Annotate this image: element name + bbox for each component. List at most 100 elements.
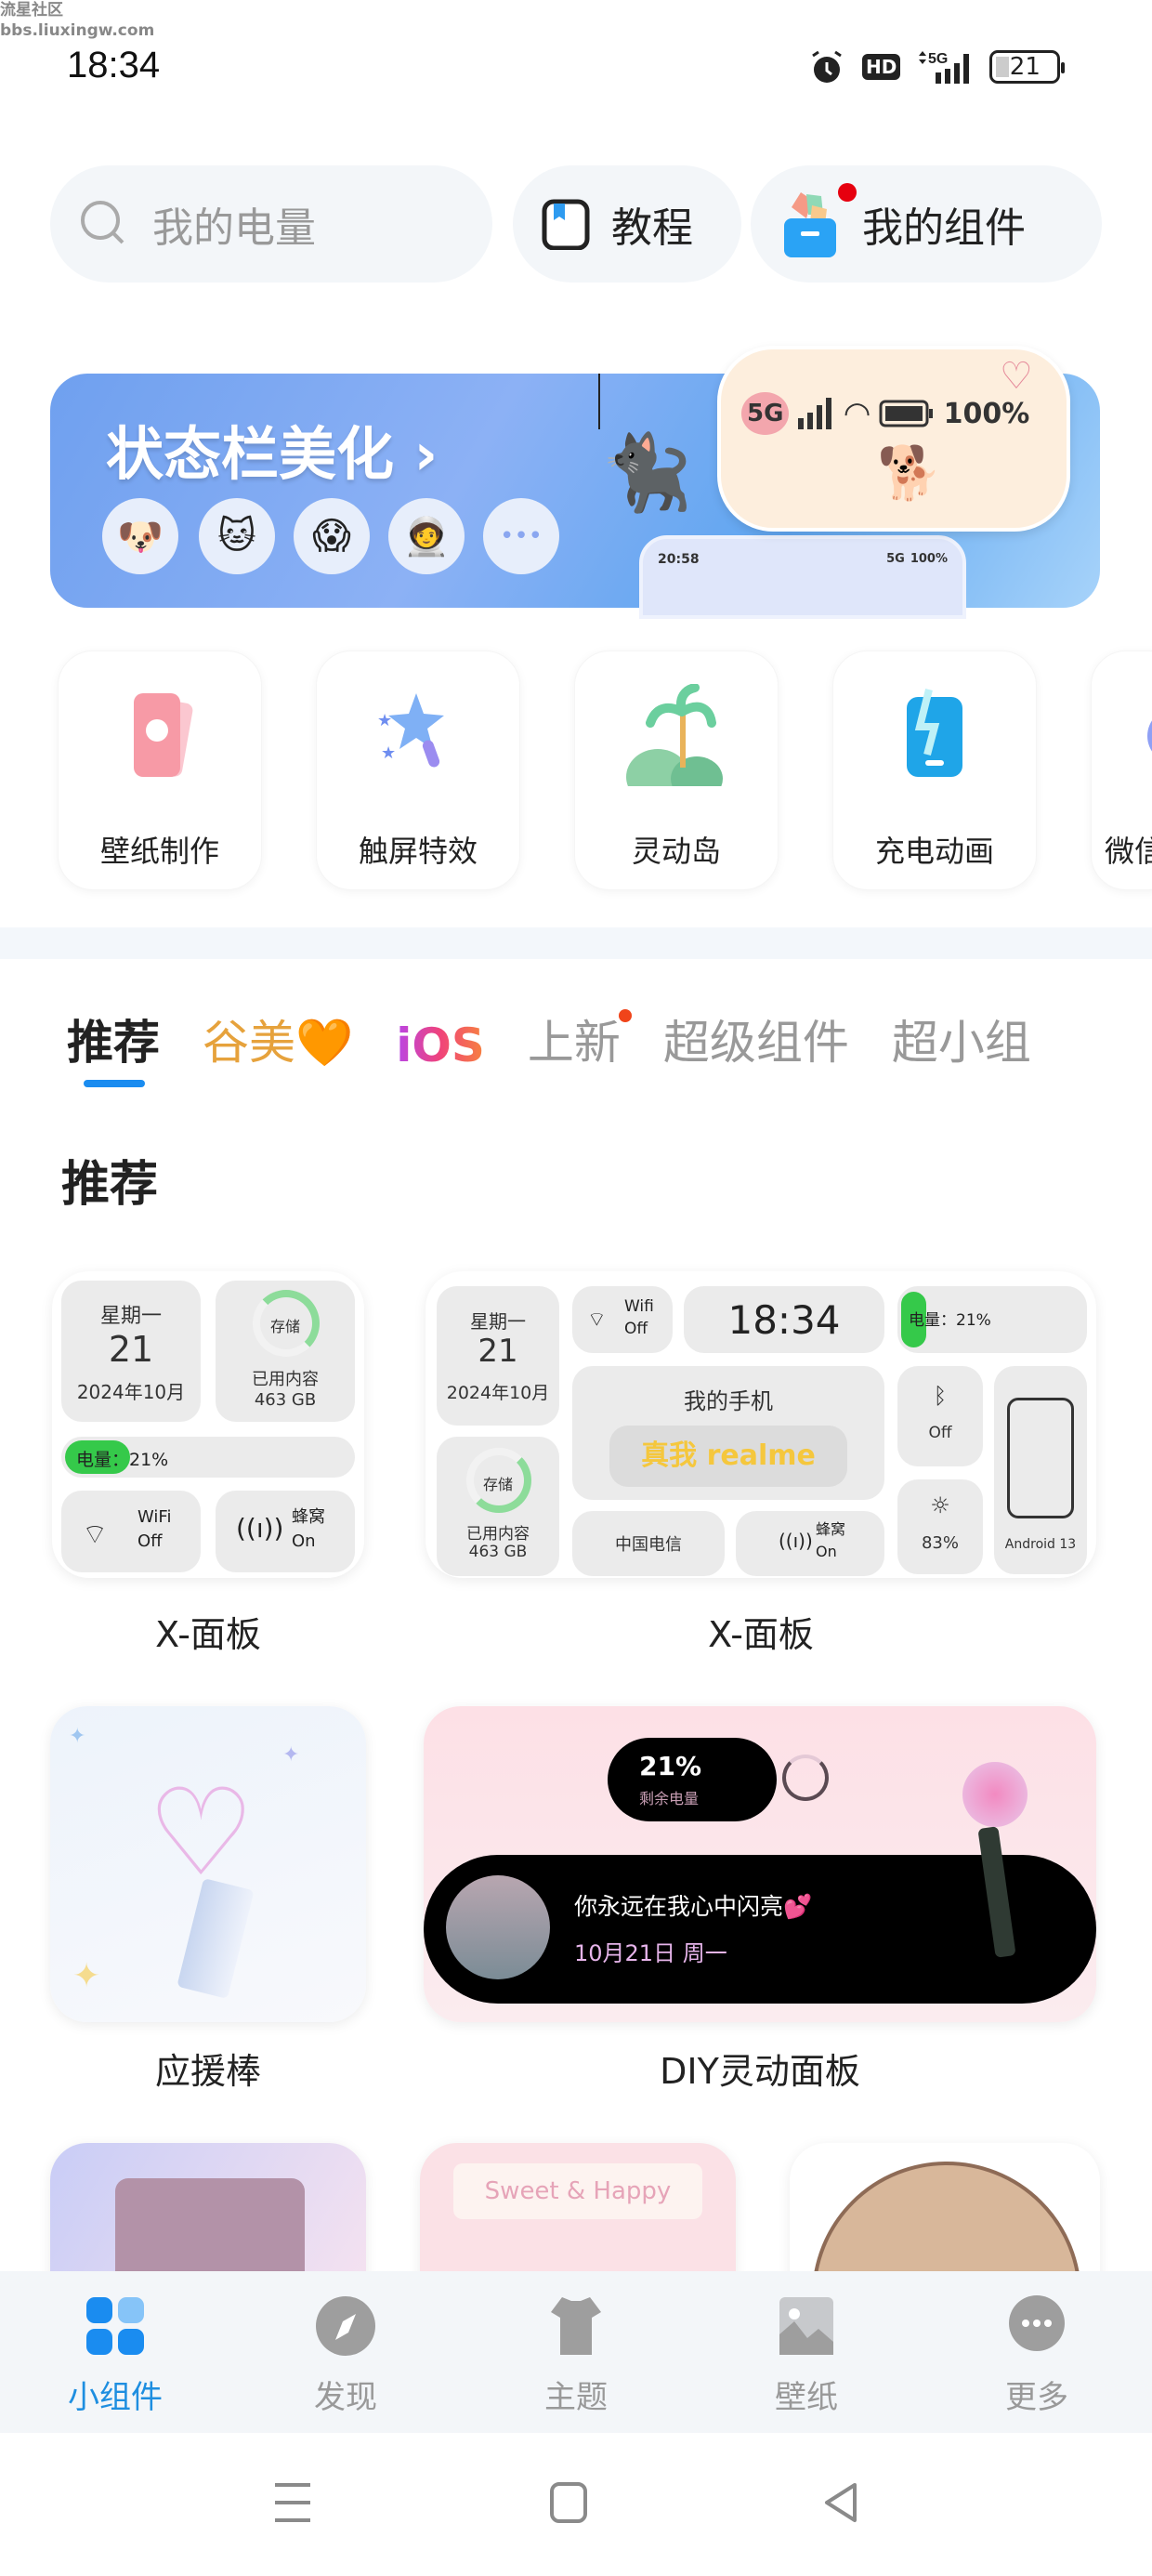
tab-super-widgets[interactable]: 超级组件 (663, 1005, 849, 1072)
date-tile: 星期一 21 2024年10月 (61, 1281, 201, 1422)
tab-ios[interactable]: iOS (396, 1019, 485, 1072)
search-input[interactable]: 我的电量 (50, 165, 492, 283)
signal-icon (798, 398, 832, 429)
carrier-name: 中国电信 (615, 1535, 682, 1555)
nav-label: 小组件 (68, 2379, 163, 2416)
quick-wechat[interactable]: 微信 (1091, 651, 1152, 890)
my-widgets-label: 我的组件 (862, 204, 1026, 252)
alarm-icon (812, 50, 842, 83)
battery-bar: 电量：21% (61, 1437, 355, 1478)
brand-logo: 真我 realme (609, 1426, 847, 1487)
back-icon[interactable] (819, 2481, 862, 2524)
antenna-icon: ((ı)) (779, 1530, 813, 1552)
storage-value: 463 GB (254, 1390, 317, 1410)
mini-phone-preview: 20:58 5G 100% (639, 535, 966, 619)
status-icons: HD 5G 21 (808, 48, 1066, 85)
nav-discover[interactable]: 发现 (281, 2293, 411, 2417)
wifi-label: Wifi (624, 1297, 654, 1316)
wifi-label: WiFi (137, 1507, 172, 1527)
nav-themes[interactable]: 主题 (511, 2293, 641, 2417)
antenna-icon: ((ı)) (236, 1513, 284, 1544)
quick-label: 壁纸制作 (99, 834, 219, 869)
weekday: 星期一 (470, 1310, 526, 1333)
nav-label: 壁纸 (775, 2379, 838, 2416)
storage-label: 存储 (482, 1476, 513, 1493)
lightstick-orb-icon (962, 1762, 1028, 1827)
tab-gumei[interactable]: 谷美🧡 (203, 1005, 353, 1072)
month: 2024年10月 (76, 1381, 186, 1403)
black-cat-avatar[interactable]: 🐱 (199, 498, 275, 574)
battery-remaining-label: 剩余电量 (639, 1790, 700, 1807)
quick-dynamic-island[interactable]: 灵动岛 (574, 651, 779, 890)
mini-time: 20:58 (658, 552, 700, 567)
svg-text:★: ★ (381, 743, 396, 763)
wifi-tile[interactable]: ⌔ WiFi Off (61, 1491, 201, 1572)
sparkle-icon: ✦ (72, 1957, 101, 1995)
black-cat-icon: 🐈‍⬛ (600, 429, 693, 516)
quick-touch-effects[interactable]: ★ ★ 触屏特效 (316, 651, 520, 890)
system-navigation-bar (0, 2433, 1152, 2576)
screaming-avatar[interactable]: 😱 (294, 498, 370, 574)
shiba-swing-icon: 🐕 (877, 443, 942, 504)
cell-label: 蜂窝 (816, 1520, 846, 1538)
cellular-tile[interactable]: ((ı)) 蜂窝 On (216, 1491, 355, 1572)
widget-x-panel-small[interactable]: 星期一 21 2024年10月 存储 已用内容 463 GB 电量：21% ⌔ … (52, 1271, 364, 1578)
cell-label: 蜂窝 (292, 1507, 325, 1527)
tab-new[interactable]: 上新 (528, 1005, 632, 1072)
hanging-string (598, 374, 600, 429)
widget-lightstick[interactable]: ♡ ✦ ✦ ✦ (50, 1706, 366, 2022)
astronaut-avatar[interactable]: 🧑‍🚀 (388, 498, 465, 574)
watermark: 流星社区 bbs.liuxingw.com (0, 0, 154, 41)
avatar (446, 1875, 550, 1979)
compass-icon (316, 2296, 375, 2356)
tab-mini-widgets[interactable]: 超小组 (892, 1005, 1031, 1072)
date-tile: 星期一 21 2024年10月 (437, 1286, 559, 1426)
watermark-url: bbs.liuxingw.com (0, 21, 155, 40)
widget-box-icon (779, 183, 857, 261)
my-widgets-button[interactable]: 我的组件 (751, 165, 1102, 283)
nav-widgets[interactable]: 小组件 (50, 2293, 180, 2417)
home-icon[interactable] (548, 2481, 589, 2524)
tab-recommend[interactable]: 推荐 (67, 1005, 160, 1072)
more-avatars-button[interactable]: ••• (483, 498, 559, 574)
quick-charging-animation[interactable]: 充电动画 (832, 651, 1037, 890)
nav-more[interactable]: 更多 (972, 2293, 1102, 2417)
charging-icon (879, 679, 990, 791)
wallpaper-maker-icon (104, 679, 216, 791)
quick-label: 充电动画 (874, 834, 994, 869)
tutorial-button[interactable]: 教程 (513, 165, 741, 283)
svg-text:★: ★ (377, 711, 392, 730)
quick-wallpaper-maker[interactable]: 壁纸制作 (58, 651, 262, 890)
bluetooth-tile[interactable]: ᛒ Off (897, 1366, 983, 1466)
palm-island-icon (621, 679, 732, 791)
wifi-state: Off (137, 1531, 163, 1551)
recent-apps-icon[interactable] (271, 2481, 314, 2524)
widget-x-panel-large[interactable]: 星期一 21 2024年10月 存储 已用内容 463 GB ⌔ Wifi Off… (425, 1271, 1096, 1578)
widget-name: DIY灵动面板 (660, 2051, 860, 2092)
new-badge-dot (618, 1009, 632, 1022)
battery-full-icon (879, 400, 933, 427)
storage-tile: 存储 已用内容 463 GB (437, 1437, 559, 1576)
widget-diy-dynamic-panel[interactable]: 21% 剩余电量 你永远在我心中闪亮💕 10月21日 周一 (424, 1706, 1096, 2022)
status-time: 18:34 (67, 45, 161, 85)
wifi-off-icon: ⌔ (587, 1308, 607, 1332)
shiba-avatar[interactable]: 🐶 (102, 498, 178, 574)
heart-lightstick-icon: ♡ (147, 1762, 255, 1903)
quick-label: 灵动岛 (631, 834, 721, 869)
sun-icon: ☼ (930, 1492, 950, 1518)
widget-name: 应援棒 (154, 2051, 261, 2092)
signal-5g-icon: 5G (919, 51, 970, 84)
carrier-tile: 中国电信 (572, 1511, 725, 1576)
watermark-name: 流星社区 (0, 1, 63, 20)
book-icon (542, 199, 590, 250)
brightness-tile[interactable]: ☼ 83% (897, 1479, 983, 1574)
wifi-tile[interactable]: ⌔ Wifi Off (572, 1286, 673, 1353)
wifi-state: Off (624, 1320, 648, 1338)
nav-label: 发现 (314, 2379, 377, 2416)
cellular-tile[interactable]: ((ı)) 蜂窝 On (736, 1511, 884, 1576)
phone-outline-icon (1007, 1398, 1074, 1518)
battery-tile: 电量：21% (897, 1286, 1087, 1353)
storage-used-label: 已用内容 (252, 1370, 319, 1389)
nav-wallpapers[interactable]: 壁纸 (741, 2293, 871, 2417)
svg-text:5G: 5G (928, 51, 948, 67)
